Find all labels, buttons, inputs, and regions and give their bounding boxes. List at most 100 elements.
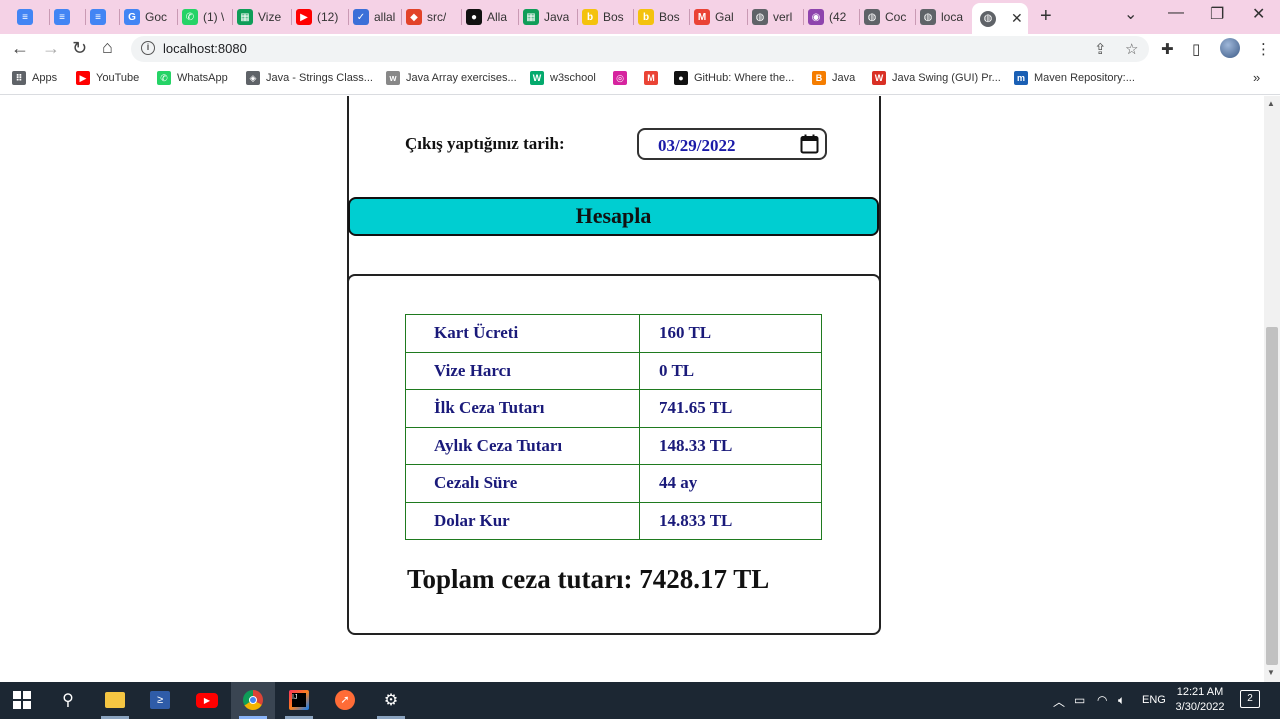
result-value: 0 TL xyxy=(639,351,822,390)
browser-tab[interactable]: ● Alla xyxy=(466,4,512,30)
browser-tab-label: (12) xyxy=(317,10,339,24)
postman-icon[interactable]: ➚ xyxy=(333,688,357,712)
volume-icon[interactable]: 🔈︎ xyxy=(1118,693,1125,708)
bookmark-item[interactable]: m Maven Repository:... xyxy=(1014,71,1135,85)
tasks-icon: ✓ xyxy=(353,9,369,25)
site-info-icon[interactable]: i xyxy=(141,41,155,55)
restore-button[interactable]: ❐ xyxy=(1210,4,1224,24)
back-button[interactable]: ← xyxy=(11,38,29,59)
blogger-icon: B xyxy=(812,71,826,85)
windows-taskbar xyxy=(0,682,1280,719)
youtube-app-icon[interactable]: ▶ xyxy=(195,688,219,712)
scroll-up-arrow-icon[interactable]: ▲ xyxy=(1267,99,1275,108)
home-button[interactable]: ⌂ xyxy=(102,37,113,58)
more-bookmarks-icon[interactable]: » xyxy=(1253,70,1260,85)
youtube-icon: ▶ xyxy=(296,9,312,25)
bookmark-item[interactable]: Ww3school xyxy=(530,71,596,85)
browser-tab[interactable]: ≡ xyxy=(54,4,82,30)
tab-separator xyxy=(291,9,292,25)
reload-button[interactable]: ↻ xyxy=(72,38,87,59)
bookmark-item[interactable]: M xyxy=(644,71,664,85)
browser-tab[interactable]: ✆ (1) \ xyxy=(182,4,228,30)
github-icon: ● xyxy=(466,9,482,25)
result-value: 14.833 TL xyxy=(639,501,822,540)
bookmark-item[interactable]: ◎ xyxy=(613,71,633,85)
profile-avatar[interactable] xyxy=(1220,38,1240,58)
battery-icon[interactable]: ▭ xyxy=(1074,693,1085,707)
bookmark-label: Java Array exercises... xyxy=(406,72,517,84)
bookmark-item[interactable]: ▶ YouTube xyxy=(76,71,139,85)
java-tpoint-icon: ◈ xyxy=(246,71,260,85)
globe-icon: ◍ xyxy=(864,9,880,25)
calculate-button[interactable]: Hesapla xyxy=(348,197,879,236)
clock-time: 12:21 AM xyxy=(1176,686,1224,698)
tab-separator xyxy=(577,9,578,25)
notification-center-icon[interactable]: 2 xyxy=(1240,690,1260,708)
powershell-icon[interactable]: ≥ xyxy=(148,688,172,712)
chrome-icon[interactable] xyxy=(241,688,265,712)
bookmark-item[interactable]: ⠿ Apps xyxy=(12,71,57,85)
total-fine: Toplam ceza tutarı: 7428.17 TL xyxy=(407,564,770,594)
youtube-icon: ▶ xyxy=(76,71,90,85)
tab-separator xyxy=(859,9,860,25)
bookmark-item[interactable]: ✆ WhatsApp xyxy=(157,71,228,85)
browser-tab[interactable]: G Goc xyxy=(124,4,172,30)
browser-tab[interactable]: ◉ (42 xyxy=(808,4,852,30)
bookmark-item[interactable]: w Java Array exercises... xyxy=(386,71,517,85)
browser-tab[interactable]: ◆ src/ xyxy=(406,4,452,30)
tray-chevron-icon[interactable]: ︿ xyxy=(1053,693,1065,710)
page-viewport: Çıkış yaptığınız tarih: 03/29/2022 Hesap… xyxy=(0,96,1264,682)
browser-tab-label: Vize xyxy=(258,10,282,24)
browser-tab[interactable]: b Bos xyxy=(638,4,682,30)
address-bar[interactable]: i localhost:8080 xyxy=(131,36,1149,62)
bookmark-item[interactable]: ◈ Java - Strings Class... xyxy=(246,71,373,85)
browser-tab[interactable]: ▶ (12) xyxy=(296,4,342,30)
new-tab-button[interactable]: + xyxy=(1040,5,1052,28)
active-tab[interactable]: ◍ ✕ xyxy=(972,3,1028,34)
scroll-down-arrow-icon[interactable]: ▼ xyxy=(1267,668,1275,677)
bookmark-star-icon[interactable]: ☆ xyxy=(1125,40,1138,58)
browser-tab[interactable]: ◍ verl xyxy=(752,4,796,30)
globe-icon: ◍ xyxy=(752,9,768,25)
bookmark-item[interactable]: B Java xyxy=(812,71,855,85)
w3resource-icon: W xyxy=(872,71,886,85)
scroll-thumb[interactable] xyxy=(1266,327,1278,665)
search-icon[interactable]: ⚲ xyxy=(56,688,80,712)
tab-separator xyxy=(461,9,462,25)
tab-separator xyxy=(689,9,690,25)
browser-tab[interactable]: ✓ allal xyxy=(353,4,397,30)
bookmark-item[interactable]: ● GitHub: Where the... xyxy=(674,71,794,85)
tab-separator xyxy=(747,9,748,25)
windows-start-icon[interactable] xyxy=(10,688,34,712)
browser-tab[interactable]: ▦ Java xyxy=(523,4,569,30)
close-window-button[interactable]: ✕ xyxy=(1252,4,1265,24)
exit-date-value: 03/29/2022 xyxy=(658,136,736,155)
docs-icon: ≡ xyxy=(17,9,33,25)
extensions-icon[interactable]: ✚ xyxy=(1161,40,1174,58)
browser-tab-label: Bos xyxy=(603,10,624,24)
settings-gear-icon[interactable]: ⚙ xyxy=(379,688,403,712)
calendar-icon[interactable] xyxy=(800,134,819,154)
browser-tab[interactable]: ◍ loca xyxy=(920,4,964,30)
share-icon[interactable]: ⇪ xyxy=(1094,40,1107,58)
side-panel-icon[interactable]: ▯ xyxy=(1192,40,1200,58)
forward-button[interactable]: → xyxy=(42,38,60,59)
browser-tab[interactable]: b Bos xyxy=(582,4,626,30)
menu-dots-icon[interactable]: ⋮ xyxy=(1256,40,1271,58)
bookmark-item[interactable]: W Java Swing (GUI) Pr... xyxy=(872,71,1001,85)
taskbar-clock[interactable]: 12:21 AM 3/30/2022 xyxy=(1170,685,1230,715)
language-indicator[interactable]: ENG xyxy=(1142,694,1166,706)
minimize-button[interactable]: — xyxy=(1168,4,1184,22)
file-explorer-icon[interactable] xyxy=(103,688,127,712)
wifi-icon[interactable]: ◠ xyxy=(1097,693,1107,707)
close-tab-icon[interactable]: ✕ xyxy=(1011,10,1023,27)
tab-search-icon[interactable]: ⌄ xyxy=(1124,4,1137,24)
result-value: 160 TL xyxy=(639,314,822,353)
browser-tab[interactable]: ≡ xyxy=(17,4,45,30)
browser-tab[interactable]: M Gal xyxy=(694,4,740,30)
browser-tab[interactable]: ◍ Coc xyxy=(864,4,908,30)
browser-tab[interactable]: ▦ Vize xyxy=(237,4,285,30)
intellij-icon[interactable]: IJ xyxy=(287,688,311,712)
exit-date-input[interactable]: 03/29/2022 xyxy=(637,128,827,160)
browser-tab[interactable]: ≡ xyxy=(90,4,118,30)
